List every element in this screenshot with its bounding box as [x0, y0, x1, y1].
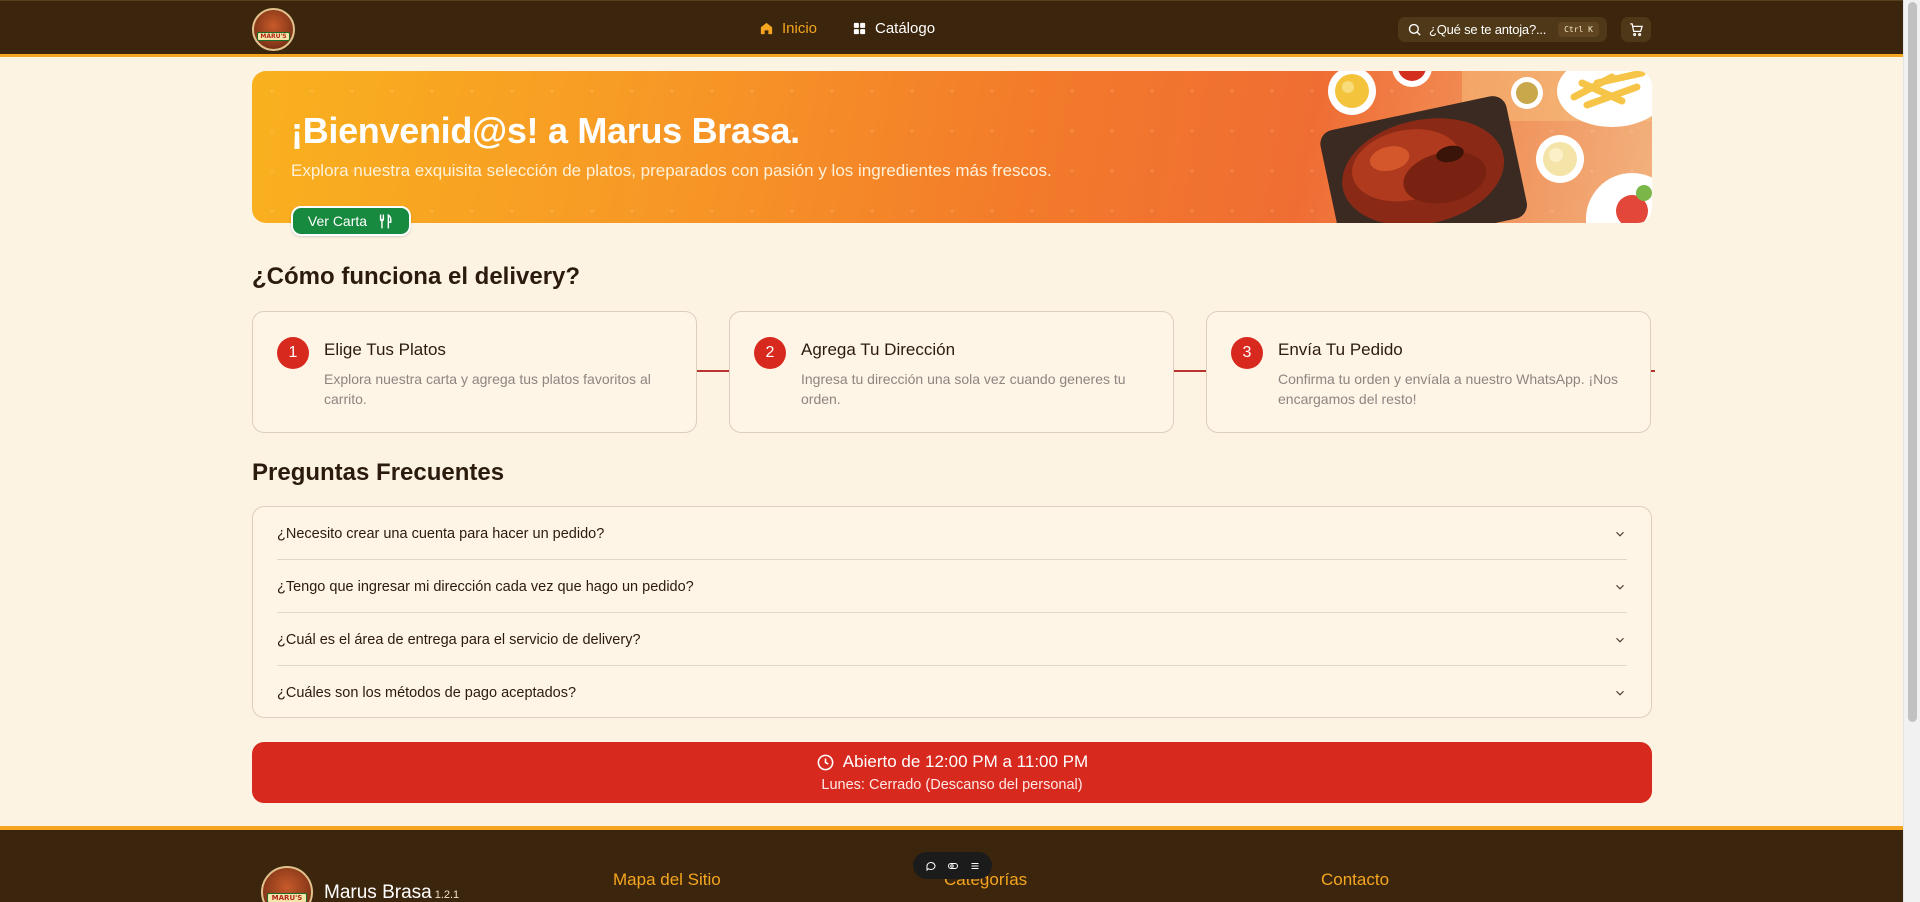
faq-question: ¿Necesito crear una cuenta para hacer un… [277, 525, 605, 542]
footer-heading-sitemap: Mapa del Sitio [613, 870, 721, 889]
menu-icon[interactable] [969, 860, 981, 872]
brand-logo[interactable]: MARU'S [252, 8, 295, 51]
faq-item[interactable]: ¿Cuáles son los métodos de pago aceptado… [277, 666, 1627, 719]
chat-icon[interactable] [925, 860, 937, 872]
step-connector [696, 370, 730, 372]
delivery-step-card: 3 Envía Tu Pedido Confirma tu orden y en… [1206, 311, 1651, 433]
app-version: 1.2.1 [434, 889, 460, 901]
faq-question: ¿Cuál es el área de entrega para el serv… [277, 631, 641, 648]
cart-icon [1629, 23, 1643, 37]
step-title: Envía Tu Pedido [1278, 340, 1403, 359]
faq-item[interactable]: ¿Necesito crear una cuenta para hacer un… [277, 507, 1627, 560]
faq-section-title: Preguntas Frecuentes [252, 459, 505, 486]
clock-icon [817, 754, 834, 770]
opening-hours-banner: Abierto de 12:00 PM a 11:00 PM Lunes: Ce… [252, 742, 1652, 803]
footer-logo: MARU'S [261, 866, 313, 902]
search-input[interactable]: ¿Qué se te antoja?... Ctrl K [1398, 17, 1607, 42]
top-navbar: MARU'S Inicio Catálogo ¿Qué se te antoja… [0, 0, 1903, 57]
step-description: Confirma tu orden y envíala a nuestro Wh… [1278, 371, 1619, 407]
search-icon [1408, 23, 1421, 36]
step-description: Ingresa tu dirección una sola vez cuando… [801, 371, 1126, 407]
footer-brand: Marus Brasa 1.2.1 [324, 882, 459, 902]
step-number: 3 [1231, 337, 1263, 369]
faq-item[interactable]: ¿Cuál es el área de entrega para el serv… [277, 613, 1627, 666]
faq-accordion: ¿Necesito crear una cuenta para hacer un… [252, 506, 1652, 718]
step-description: Explora nuestra carta y agrega tus plato… [324, 371, 651, 407]
delivery-step-card: 2 Agrega Tu Dirección Ingresa tu direcci… [729, 311, 1174, 433]
chevron-down-icon [1616, 584, 1624, 590]
delivery-step-card: 1 Elige Tus Platos Explora nuestra carta… [252, 311, 697, 433]
search-placeholder: ¿Qué se te antoja?... [1429, 22, 1547, 37]
opening-hours-text: Abierto de 12:00 PM a 11:00 PM [842, 752, 1089, 771]
search-shortcut: Ctrl K [1558, 22, 1599, 37]
footer-heading-contact: Contacto [1321, 870, 1390, 889]
page-scrollbar[interactable] [1903, 0, 1920, 902]
step-connector [1173, 370, 1207, 372]
nav-item-catalogo[interactable]: Catálogo [852, 20, 935, 37]
faq-item[interactable]: ¿Tengo que ingresar mi dirección cada ve… [277, 560, 1627, 613]
hero-title: ¡Bienvenid@s! a Marus Brasa. [291, 110, 800, 151]
toggle-icon[interactable] [947, 860, 959, 872]
footer-brand-name: Marus Brasa [324, 882, 432, 902]
nav-item-label: Catálogo [875, 20, 936, 37]
utensils-icon [379, 213, 392, 229]
chevron-down-icon [1616, 690, 1624, 696]
chevron-down-icon [1616, 531, 1624, 537]
step-title: Elige Tus Platos [324, 340, 446, 359]
ver-carta-button[interactable]: Ver Carta [291, 206, 411, 236]
cart-button[interactable] [1621, 17, 1651, 42]
footer-logo-text: MARU'S [267, 893, 307, 902]
hero-banner: ¡Bienvenid@s! a Marus Brasa. Explora nue… [252, 71, 1652, 223]
step-number: 2 [754, 337, 786, 369]
grid-icon [853, 22, 866, 35]
faq-question: ¿Tengo que ingresar mi dirección cada ve… [277, 578, 694, 595]
step-number: 1 [277, 337, 309, 369]
dev-floating-toolbar [913, 852, 992, 879]
home-icon [760, 22, 773, 35]
ver-carta-label: Ver Carta [307, 213, 368, 229]
chevron-down-icon [1616, 637, 1624, 643]
nav-item-label: Inicio [782, 20, 818, 37]
closed-day-text: Lunes: Cerrado (Descanso del personal) [821, 777, 1083, 793]
hero-subtitle: Explora nuestra exquisita selección de p… [291, 161, 1052, 180]
brand-logo-text: MARU'S [257, 32, 290, 41]
delivery-section-title: ¿Cómo funciona el delivery? [252, 263, 581, 290]
scrollbar-thumb[interactable] [1908, 2, 1917, 722]
step-title: Agrega Tu Dirección [801, 340, 956, 359]
nav-item-inicio[interactable]: Inicio [759, 20, 817, 37]
step-connector [1651, 370, 1655, 372]
faq-question: ¿Cuáles son los métodos de pago aceptado… [277, 684, 577, 701]
roast-chicken-image [1320, 71, 1652, 223]
